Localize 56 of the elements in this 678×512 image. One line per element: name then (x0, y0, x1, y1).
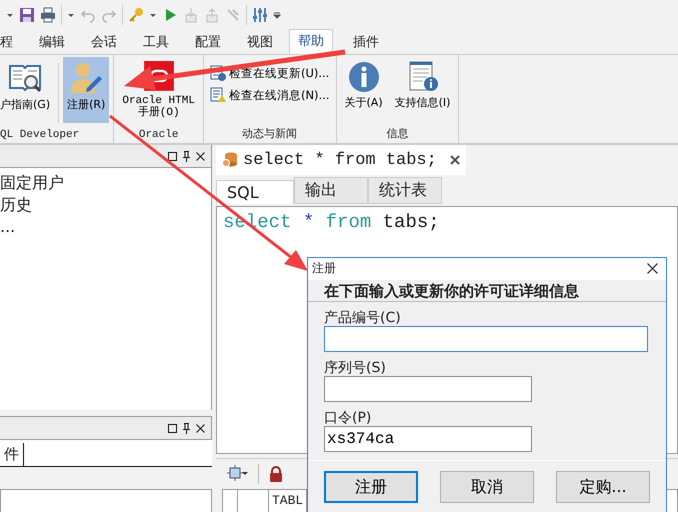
document-icon (210, 65, 226, 81)
ribbon-button[interactable]: 户指南(G) (0, 57, 54, 123)
close-icon[interactable] (647, 263, 658, 274)
close-icon[interactable] (196, 152, 205, 160)
group-label: QL Developer (0, 129, 80, 143)
input-field[interactable] (324, 376, 532, 402)
document-icon (210, 87, 226, 103)
input-field[interactable] (324, 326, 648, 352)
dialog-title: 注册 (312, 260, 336, 278)
key-icon[interactable] (128, 7, 144, 23)
sub-tab[interactable]: 统计表 (368, 177, 442, 204)
group-label: Oracle (138, 129, 178, 143)
sub-tab[interactable]: SQL (216, 180, 294, 204)
lock-icon[interactable] (269, 466, 283, 482)
maximize-icon[interactable] (168, 152, 177, 160)
group-label: 信息 (386, 126, 408, 142)
tree-item[interactable]: ... (0, 216, 211, 238)
close-icon[interactable] (450, 155, 460, 165)
field-label: 口令(P) (324, 410, 372, 426)
ribbon-button[interactable]: 检查在线消息(N)... (208, 87, 332, 103)
pin-icon[interactable] (183, 422, 190, 434)
tree-item[interactable]: 历史 (0, 194, 211, 216)
menu-tab[interactable]: 配置 (195, 30, 221, 54)
sub-tab[interactable]: 输出 (294, 177, 368, 204)
info-icon (348, 61, 380, 93)
menu-tab[interactable]: 程 (0, 30, 13, 54)
tree-item[interactable]: 固定用户 (0, 172, 211, 194)
field-label: 序列号(S) (324, 360, 387, 376)
menu-tab[interactable]: 帮助 (289, 29, 333, 54)
document-info-icon (406, 61, 439, 93)
field-label: 产品编号(C) (324, 310, 402, 326)
input-field[interactable]: xs374ca (324, 426, 532, 452)
database-icon (222, 152, 238, 168)
editor-tab[interactable]: select * from tabs; (216, 145, 466, 175)
menu-tab[interactable]: 编辑 (39, 30, 65, 54)
maximize-icon[interactable] (168, 424, 177, 432)
print-icon[interactable] (40, 7, 56, 23)
pin-icon[interactable] (183, 150, 190, 162)
menu-tab[interactable]: 工具 (143, 30, 169, 54)
dialog-heading: 在下面输入或更新你的许可证详细信息 (324, 282, 579, 300)
user-pencil-icon (69, 61, 104, 95)
sliders-icon[interactable] (252, 7, 268, 23)
editor-tab-title: select * from tabs; (243, 150, 437, 170)
dialog-button[interactable]: 取消 (440, 471, 534, 504)
menu-tab[interactable]: 插件 (353, 30, 379, 54)
menu-tab[interactable]: 会话 (91, 30, 117, 54)
ribbon-button[interactable]: 注册(R) (63, 57, 110, 123)
dialog-button[interactable]: 定购... (556, 471, 650, 504)
ribbon-button[interactable]: 关于(A) (340, 57, 387, 123)
group-label: 动态与新闻 (242, 126, 298, 142)
close-icon[interactable] (196, 424, 205, 432)
frame-icon[interactable] (226, 465, 248, 483)
ribbon-button[interactable]: 支持信息(I) (390, 57, 454, 123)
save-icon[interactable] (19, 7, 35, 23)
dialog-button[interactable]: 注册 (324, 471, 418, 504)
menu-tab[interactable]: 视图 (247, 30, 273, 54)
